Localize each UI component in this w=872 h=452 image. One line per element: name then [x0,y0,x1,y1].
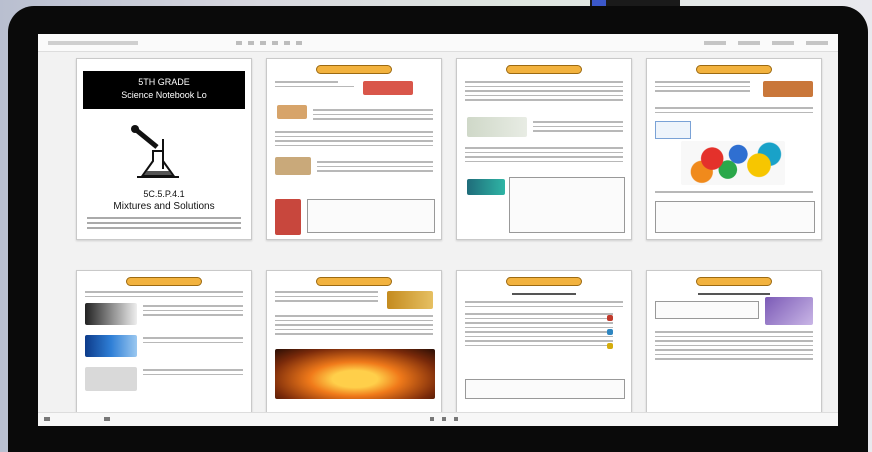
toolbar-link-2[interactable] [738,40,760,45]
page-thumbnail-3[interactable] [456,58,632,240]
toolbar-link-4[interactable] [806,40,828,45]
rotate-button[interactable] [296,40,302,45]
zoom-in-button[interactable] [272,40,278,45]
page-header-badge [506,277,582,286]
page-indicator [454,417,458,421]
cover-title-line1: 5TH GRADE [138,77,190,87]
cover-title-banner: 5TH GRADE Science Notebook Lo [83,71,245,109]
page-thumbnail-8[interactable] [646,270,822,426]
cover-standard: 5C.5.P.4.1 [143,189,185,199]
flask-icon [131,125,179,178]
page-header-badge [316,65,392,74]
cover-description [87,217,241,232]
page-header-badge [696,65,772,74]
page-text-block [313,109,433,123]
page-thumbnail-2[interactable] [266,58,442,240]
zoom-out-button[interactable] [260,40,266,45]
page-image [765,297,813,325]
page-image [607,315,613,321]
page-thumbnail-cover[interactable]: 5TH GRADE Science Notebook Lo 5C.5.P.4.1… [76,58,252,240]
toolbar-links [704,40,828,45]
file-name-label [48,40,138,45]
page-text-block [465,301,623,310]
page-text-block [655,331,813,363]
page-header-badge [506,65,582,74]
page-header-badge [696,277,772,286]
page-indicator [430,417,434,421]
page-image [607,329,613,335]
page-image [85,303,137,325]
page-image [85,335,137,357]
page-image [681,141,785,185]
page-text-block [85,291,243,300]
page-text-block [465,147,623,165]
page-image [275,157,311,175]
page-text-block [655,107,813,116]
status-icon [104,417,110,421]
page-header-badge [126,277,202,286]
answer-box [307,199,435,233]
page-image [275,349,435,399]
cover-subtitle: Mixtures and Solutions [113,201,215,212]
toolbar-controls [236,40,302,45]
page-image [85,367,137,391]
answer-table [465,379,625,399]
word-bank [655,301,759,319]
page-image [607,343,613,349]
page-text-block [143,337,243,346]
grid-view-button[interactable] [284,40,290,45]
page-image [763,81,813,97]
page-indicator [442,417,446,421]
page-text-block [655,191,813,196]
page-text-block [317,161,433,175]
page-text-block [275,131,433,149]
answer-box [509,177,625,233]
page-heading [465,293,623,298]
page-image [467,117,527,137]
page-thumbnail-4[interactable] [646,58,822,240]
info-box [655,121,691,139]
cover-title-line2: Science Notebook Lo [121,90,207,100]
toolbar-link-1[interactable] [704,40,726,45]
page-text-block [143,305,243,319]
answer-box [655,201,815,233]
page-text-block [143,369,243,378]
page-thumbnail-7[interactable] [456,270,632,426]
page-text-block [465,81,623,104]
page-thumbnail-6[interactable] [266,270,442,426]
status-icon [44,417,50,421]
page-text-block [275,315,433,338]
viewer-status-bar [38,412,838,426]
page-image [387,291,433,309]
document-viewer-screen: 5TH GRADE Science Notebook Lo 5C.5.P.4.1… [38,34,838,426]
next-page-button[interactable] [248,40,254,45]
prev-page-button[interactable] [236,40,242,45]
laptop-device: 5TH GRADE Science Notebook Lo 5C.5.P.4.1… [8,6,868,452]
question-list [465,313,613,349]
page-thumbnail-5[interactable] [76,270,252,426]
page-thumbnail-grid: 5TH GRADE Science Notebook Lo 5C.5.P.4.1… [76,58,826,426]
page-image [275,199,301,235]
viewer-toolbar [38,34,838,52]
page-image [277,105,307,119]
page-header-badge [316,277,392,286]
page-image [363,81,413,95]
page-image [467,179,505,195]
toolbar-link-3[interactable] [772,40,794,45]
page-text-block [533,121,623,135]
